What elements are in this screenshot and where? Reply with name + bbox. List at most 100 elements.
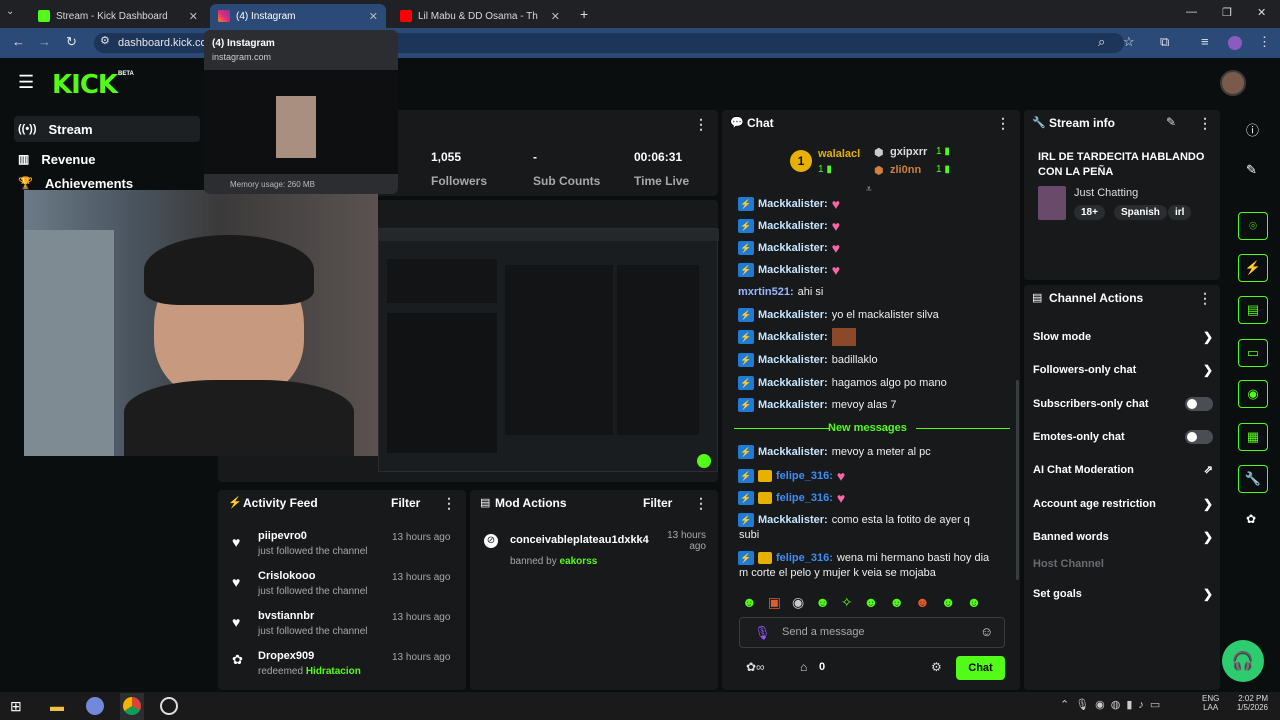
account-age-row[interactable]: Account age restriction ❯ — [1033, 497, 1213, 511]
slow-mode-row[interactable]: Slow mode ❯ — [1033, 330, 1213, 344]
chat-scrollbar[interactable] — [1016, 380, 1019, 580]
chat-username[interactable]: Mackkalister: — [758, 354, 828, 366]
chat-username[interactable]: Mackkalister: — [758, 264, 828, 276]
chat-input[interactable]: 🎙 Send a message ☺ — [739, 617, 1005, 648]
sidebar-item-achievements[interactable]: 🏆 Achievements — [14, 176, 200, 190]
emote-icon[interactable]: ☻ — [742, 594, 757, 611]
subscribers-only-toggle[interactable] — [1185, 397, 1213, 411]
activity-filter-button[interactable]: Filter — [391, 496, 420, 510]
emote-icon[interactable]: ☻ — [815, 594, 830, 611]
tab-instagram[interactable]: (4) Instagram ✕ — [210, 4, 386, 28]
hamburger-icon[interactable]: ☰ — [18, 72, 34, 93]
set-goals-row[interactable]: Set goals ❯ — [1033, 587, 1213, 601]
channel-actions-menu-icon[interactable]: ⋮ — [1198, 290, 1212, 307]
menu-icon[interactable]: ⋮ — [1258, 34, 1271, 50]
site-info-icon[interactable]: ⚙ — [100, 34, 110, 47]
emote-icon[interactable]: ✧ — [841, 594, 853, 611]
chat-settings-icon[interactable]: ⚙ — [931, 660, 942, 674]
gifter-name[interactable]: walalacl — [818, 148, 860, 160]
emote-icon[interactable]: ▣ — [768, 594, 781, 611]
banned-words-row[interactable]: Banned words ❯ — [1033, 530, 1213, 544]
points-icon[interactable]: ✿ — [1246, 512, 1256, 526]
chat-username[interactable]: felipe_316: — [776, 492, 833, 504]
kick-logo[interactable]: KICK — [52, 70, 118, 100]
broadcast-button[interactable]: ◉ — [1238, 380, 1268, 408]
close-icon[interactable]: ✕ — [369, 10, 378, 23]
category-thumbnail[interactable] — [1038, 186, 1066, 220]
send-chat-button[interactable]: Chat — [956, 656, 1005, 680]
emote-icon[interactable]: ☻ — [941, 594, 956, 611]
emotes-only-toggle[interactable] — [1185, 430, 1213, 444]
emote-icon[interactable]: ☻ — [915, 594, 930, 611]
close-icon[interactable]: ✕ — [551, 10, 560, 23]
category-name[interactable]: Just Chatting — [1074, 187, 1138, 199]
extensions-icon[interactable]: ⧉ — [1160, 34, 1169, 50]
emote-icon[interactable]: ☻ — [889, 594, 904, 611]
gifter-name[interactable]: zli0nn — [890, 164, 921, 176]
windows-start-icon[interactable]: ⊞ — [10, 698, 22, 715]
language-indicator[interactable]: ENG LAA — [1202, 694, 1219, 712]
chat-username[interactable]: felipe_316: — [776, 552, 833, 564]
chat-menu-icon[interactable]: ⋮ — [996, 115, 1010, 132]
emote-icon[interactable]: ◉ — [792, 594, 804, 611]
points-icon[interactable]: ✿∞ — [746, 660, 765, 674]
ai-moderation-row[interactable]: AI Chat Moderation ⇗ — [1033, 463, 1213, 477]
chat-username[interactable]: Mackkalister: — [758, 377, 828, 389]
emote-icon[interactable]: ☻ — [967, 594, 982, 611]
chat-username[interactable]: mxrtin521: — [738, 286, 794, 298]
feed-user[interactable]: bvstiannbr — [258, 610, 314, 622]
camera-button[interactable]: ⌾ — [1238, 212, 1268, 240]
obs-icon[interactable] — [160, 697, 178, 715]
lightning-button[interactable]: ⚡ — [1238, 254, 1268, 282]
chat-username[interactable]: Mackkalister: — [758, 220, 828, 232]
media-icon[interactable]: ≡ — [1201, 34, 1209, 49]
store-icon[interactable]: ⌂ — [800, 660, 807, 674]
chat-username[interactable]: Mackkalister: — [758, 309, 828, 321]
microphone-icon[interactable]: 🎙 — [754, 625, 771, 641]
window-close-button[interactable]: ✕ — [1257, 6, 1266, 19]
chat-username[interactable]: Mackkalister: — [758, 446, 828, 458]
reload-icon[interactable]: ↻ — [66, 34, 77, 50]
info-icon[interactable]: ⓘ — [1246, 120, 1259, 139]
tools-button[interactable]: 🔧 — [1238, 465, 1268, 493]
stream-info-menu-icon[interactable]: ⋮ — [1198, 115, 1212, 132]
close-icon[interactable]: ✕ — [189, 10, 198, 23]
chat-bubble-button[interactable]: ▭ — [1238, 339, 1268, 367]
notes-button[interactable]: ▤ — [1238, 296, 1268, 324]
chat-username[interactable]: Mackkalister: — [758, 242, 828, 254]
followers-only-row[interactable]: Followers-only chat ❯ — [1033, 363, 1213, 377]
feed-user[interactable]: piipevro0 — [258, 530, 307, 542]
minimize-button[interactable]: — — [1186, 6, 1197, 18]
tab-kick-dashboard[interactable]: Stream - Kick Dashboard ✕ — [30, 4, 206, 28]
emote-icon[interactable]: ☻ — [864, 594, 879, 611]
forward-icon[interactable]: → — [38, 34, 51, 49]
stats-menu-icon[interactable]: ⋮ — [694, 116, 708, 133]
clock[interactable]: 2:02 PM 1/5/2026 — [1228, 694, 1268, 712]
back-icon[interactable]: ← — [12, 34, 25, 49]
chat-username[interactable]: felipe_316: — [776, 470, 833, 482]
file-explorer-icon[interactable]: ▬ — [50, 698, 64, 714]
sidebar-item-stream[interactable]: ((•)) Stream — [14, 116, 200, 142]
edit-icon[interactable]: ✎ — [1166, 115, 1176, 129]
pencil-icon[interactable]: ✎ — [1246, 162, 1257, 178]
tab-youtube[interactable]: Lil Mabu & DD Osama - Th ✕ — [392, 4, 568, 28]
chat-username[interactable]: Mackkalister: — [758, 399, 828, 411]
mod-menu-icon[interactable]: ⋮ — [694, 495, 708, 512]
activity-menu-icon[interactable]: ⋮ — [442, 495, 456, 512]
system-tray-icons[interactable]: ⌃🎙◉◍▮♪▭ — [1060, 698, 1166, 711]
collapse-gifters-icon[interactable]: ⩡ — [866, 184, 872, 195]
bookmark-icon[interactable]: ☆ — [1123, 34, 1135, 50]
sidebar-item-revenue[interactable]: ▥ Revenue — [14, 146, 200, 172]
new-messages-label[interactable]: New messages — [828, 422, 907, 434]
mod-by[interactable]: eakorss — [560, 556, 598, 567]
profile-avatar[interactable] — [1228, 36, 1242, 50]
chat-username[interactable]: Mackkalister: — [758, 514, 828, 526]
feed-user[interactable]: Dropex909 — [258, 650, 314, 662]
mod-filter-button[interactable]: Filter — [643, 496, 672, 510]
new-tab-button[interactable]: + — [580, 6, 588, 22]
tab-search-icon[interactable]: ⌄ — [6, 6, 14, 17]
layout-button[interactable]: ▦ — [1238, 423, 1268, 451]
support-headset-button[interactable]: 🎧 — [1222, 640, 1264, 682]
feed-user[interactable]: Crislokooo — [258, 570, 315, 582]
gifter-name[interactable]: gxipxrr — [890, 146, 927, 158]
